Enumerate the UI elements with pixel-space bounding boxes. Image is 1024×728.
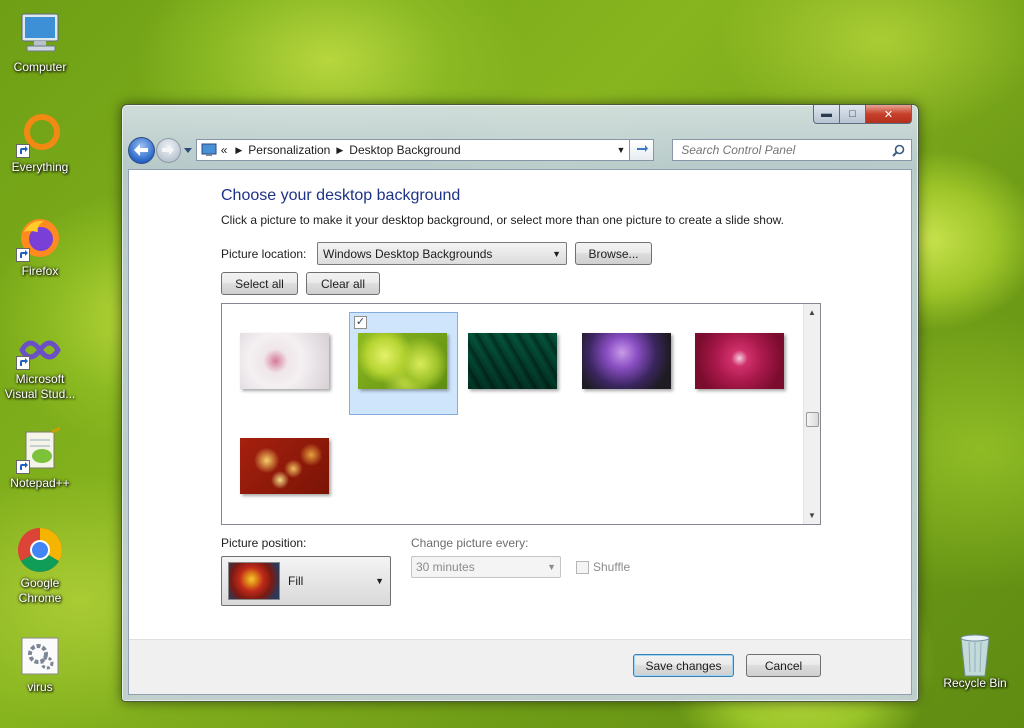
change-picture-label: Change picture every: xyxy=(411,536,529,550)
desktop-icon-everything[interactable]: Everything xyxy=(0,110,80,175)
navigation-bar: « ▶ Personalization ▶ Desktop Background… xyxy=(128,135,912,165)
change-picture-value: 30 minutes xyxy=(416,560,475,574)
arrow-left-icon xyxy=(134,144,149,156)
chevron-down-icon: ▼ xyxy=(375,576,384,586)
close-icon: ✕ xyxy=(883,108,894,121)
desktop-icon-virus[interactable]: virus xyxy=(0,636,80,695)
save-changes-button[interactable]: Save changes xyxy=(633,654,734,677)
shortcut-arrow-icon xyxy=(16,460,30,474)
desktop-icon-chrome[interactable]: Google Chrome xyxy=(0,526,80,606)
breadcrumb-separator-icon[interactable]: ▶ xyxy=(336,145,343,156)
shortcut-arrow-icon xyxy=(16,144,30,158)
desktop-icon-notepadpp[interactable]: Notepad++ xyxy=(0,426,80,491)
cancel-button[interactable]: Cancel xyxy=(746,654,821,677)
scrollbar-thumb[interactable] xyxy=(806,412,819,427)
picture-position-select[interactable]: Fill ▼ xyxy=(221,556,391,606)
breadcrumb-overflow[interactable]: « xyxy=(221,143,228,157)
scroll-down-icon[interactable]: ▼ xyxy=(804,507,820,524)
recent-pages-button[interactable] xyxy=(183,147,193,153)
recycle-bin-icon xyxy=(951,632,999,677)
arrow-right-icon xyxy=(162,145,175,155)
shuffle-label: Shuffle xyxy=(593,560,631,574)
notepadpp-icon xyxy=(16,426,64,474)
desktop-icon-label: Recycle Bin xyxy=(943,676,1007,690)
thumbnail-image xyxy=(582,333,671,389)
minimize-icon: ▬ xyxy=(821,108,832,120)
change-picture-select[interactable]: 30 minutes ▼ xyxy=(411,556,561,578)
desktop-icon-label: Google Chrome xyxy=(18,576,62,605)
shortcut-arrow-icon xyxy=(16,248,30,262)
thumbnail-autumn-leaves[interactable] xyxy=(232,418,341,521)
browse-button[interactable]: Browse... xyxy=(575,242,652,265)
breadcrumb-desktop-background[interactable]: Desktop Background xyxy=(349,143,460,157)
wallpaper-gallery: ✓ ▲ ▼ xyxy=(221,303,821,525)
minimize-button[interactable]: ▬ xyxy=(813,105,840,124)
maximize-icon: □ xyxy=(849,108,856,120)
address-bar[interactable]: « ▶ Personalization ▶ Desktop Background… xyxy=(195,139,631,161)
settings-file-icon xyxy=(16,636,64,678)
thumbnail-image xyxy=(240,438,329,494)
desktop-icon-label: Notepad++ xyxy=(10,476,70,490)
desktop-icon-visual-studio[interactable]: Microsoft Visual Stud... xyxy=(0,330,80,402)
thumbnail-purple-thistle[interactable] xyxy=(574,313,683,416)
breadcrumb-separator-icon[interactable]: ▶ xyxy=(235,145,242,156)
desktop-icon-label: virus xyxy=(27,680,53,694)
thumbnail-image xyxy=(468,333,557,389)
refresh-icon xyxy=(636,145,648,152)
picture-position-label: Picture position: xyxy=(221,536,307,550)
position-preview-image xyxy=(228,562,280,600)
page-title: Choose your desktop background xyxy=(221,187,461,204)
chevron-down-icon: ▼ xyxy=(547,562,556,572)
address-dropdown-icon[interactable]: ▼ xyxy=(616,145,625,155)
computer-icon xyxy=(16,10,64,58)
page-description: Click a picture to make it your desktop … xyxy=(221,213,784,227)
desktop-icon-label: Firefox xyxy=(21,264,59,278)
clear-all-button[interactable]: Clear all xyxy=(306,272,380,295)
visual-studio-icon xyxy=(16,330,64,370)
select-all-button[interactable]: Select all xyxy=(221,272,298,295)
scroll-up-icon[interactable]: ▲ xyxy=(804,304,820,321)
chrome-icon xyxy=(16,526,64,574)
close-button[interactable]: ✕ xyxy=(866,105,912,124)
gallery-scrollbar[interactable]: ▲ ▼ xyxy=(803,304,820,524)
thumbnail-red-dahlia[interactable] xyxy=(687,313,796,416)
back-button[interactable] xyxy=(128,136,155,164)
chevron-down-icon: ▼ xyxy=(552,248,561,259)
search-box[interactable] xyxy=(672,139,912,161)
search-icon[interactable] xyxy=(892,144,905,157)
caption-buttons: ▬ □ ✕ xyxy=(813,105,912,124)
thumbnail-white-flower[interactable] xyxy=(232,313,341,416)
desktop-icon-recycle-bin[interactable]: Recycle Bin xyxy=(935,632,1015,691)
footer-bar: Save changes Cancel xyxy=(129,639,911,694)
breadcrumb-personalization[interactable]: Personalization xyxy=(248,143,330,157)
picture-location-label: Picture location: xyxy=(221,247,307,261)
thumbnail-checkbox[interactable]: ✓ xyxy=(354,316,367,329)
thumbnail-image xyxy=(695,333,784,389)
chevron-down-icon xyxy=(183,147,192,153)
desktop-icon-firefox[interactable]: Firefox xyxy=(0,214,80,279)
thumbnail-green-bubbles[interactable]: ✓ xyxy=(349,312,458,415)
desktop-icon-label: Microsoft Visual Stud... xyxy=(4,372,76,401)
firefox-icon xyxy=(16,214,64,262)
picture-location-value: Windows Desktop Backgrounds xyxy=(323,246,493,261)
shortcut-arrow-icon xyxy=(16,356,30,370)
search-input[interactable] xyxy=(679,142,892,158)
thumbnail-image xyxy=(240,333,329,389)
desktop-icon-label: Computer xyxy=(13,60,67,74)
control-panel-icon xyxy=(201,143,217,156)
maximize-button[interactable]: □ xyxy=(840,105,866,124)
everything-icon xyxy=(16,110,64,158)
content-panel: Choose your desktop background Click a p… xyxy=(128,169,912,695)
picture-location-select[interactable]: Windows Desktop Backgrounds ▼ xyxy=(317,242,567,265)
shuffle-checkbox[interactable] xyxy=(576,560,589,574)
desktop-background-window: ▬ □ ✕ « ▶ Personalization ▶ Desktop Back… xyxy=(121,104,919,702)
refresh-button[interactable] xyxy=(630,139,655,161)
desktop-icon-label: Everything xyxy=(11,160,69,174)
picture-position-value: Fill xyxy=(288,574,304,588)
thumbnail-green-leaves[interactable] xyxy=(460,313,569,416)
desktop-icon-computer[interactable]: Computer xyxy=(0,10,80,75)
forward-button[interactable] xyxy=(155,137,181,163)
shuffle-option[interactable]: Shuffle xyxy=(576,560,630,574)
thumbnail-image xyxy=(358,333,447,389)
